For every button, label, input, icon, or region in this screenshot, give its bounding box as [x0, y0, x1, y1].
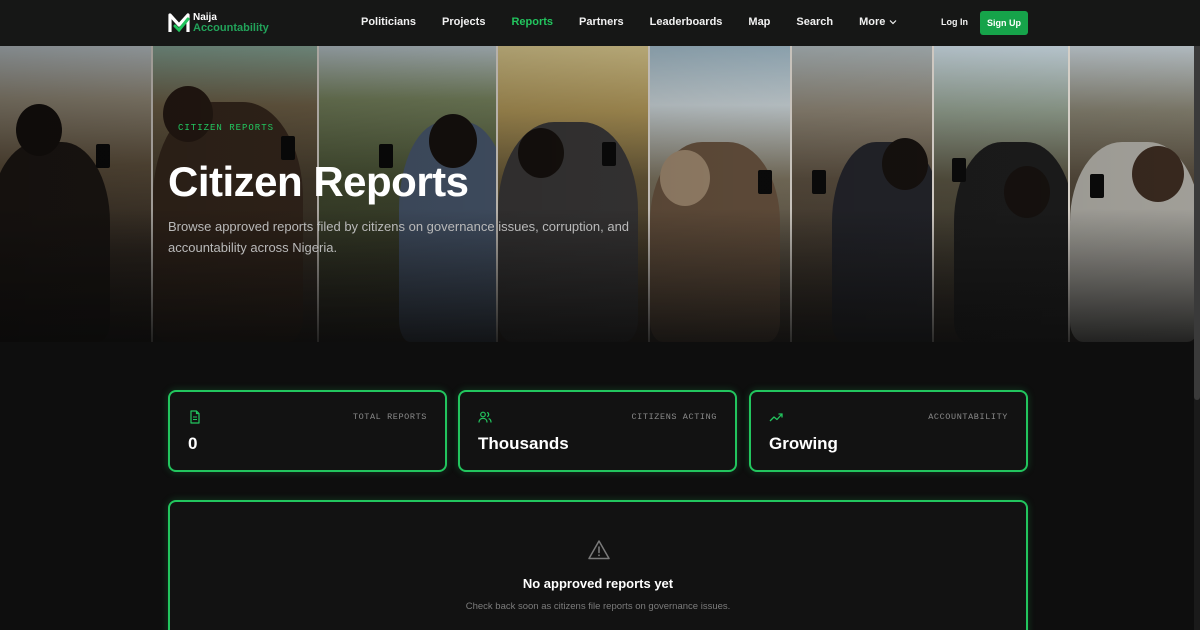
stat-card-total-reports: TOTAL REPORTS 0 [168, 390, 447, 472]
trending-up-icon [769, 413, 783, 422]
brand-logo[interactable]: Naija Accountability [168, 12, 269, 34]
empty-state-title: No approved reports yet [522, 576, 674, 591]
hero-banner: CITIZEN REPORTS Citizen Reports Browse a… [0, 46, 1200, 342]
nav-projects[interactable]: Projects [442, 16, 485, 28]
nav-more-label: More [859, 16, 886, 28]
stats-row: TOTAL REPORTS 0 CITIZENS ACTING Thousand… [168, 390, 1028, 472]
nav-partners[interactable]: Partners [579, 16, 624, 28]
users-icon [478, 411, 492, 423]
stat-value: 0 [188, 434, 198, 453]
brand-name-line2: Accountability [193, 22, 269, 34]
scrollbar-thumb[interactable] [1194, 0, 1200, 400]
main-nav: Politicians Projects Reports Partners Le… [361, 16, 923, 28]
login-link[interactable]: Log In [941, 17, 968, 27]
page-subtitle: Browse approved reports filed by citizen… [168, 219, 630, 255]
stat-label: TOTAL REPORTS [352, 412, 427, 422]
nav-map[interactable]: Map [748, 16, 770, 28]
stat-card-accountability: ACCOUNTABILITY Growing [749, 390, 1028, 472]
reports-empty-state: No approved reports yet Check back soon … [168, 500, 1028, 630]
nav-leaderboards[interactable]: Leaderboards [650, 16, 723, 28]
nav-search[interactable]: Search [796, 16, 833, 28]
nav-reports[interactable]: Reports [511, 16, 553, 28]
logo-mark-icon [168, 13, 190, 33]
stat-label: ACCOUNTABILITY [928, 412, 1008, 422]
warning-icon [588, 540, 610, 560]
stat-label: CITIZENS ACTING [631, 412, 717, 422]
page-scrollbar[interactable] [1194, 0, 1200, 630]
empty-state-subtitle: Check back soon as citizens file reports… [465, 601, 731, 612]
top-navbar: Naija Accountability Politicians Project… [0, 0, 1200, 46]
stat-value: Thousands [478, 434, 569, 453]
stat-card-citizens-acting: CITIZENS ACTING Thousands [458, 390, 737, 472]
nav-more-dropdown[interactable]: More [859, 16, 897, 28]
signup-button[interactable]: Sign Up [980, 11, 1028, 35]
chevron-down-icon [889, 20, 897, 25]
page-title: Citizen Reports [168, 158, 469, 205]
nav-politicians[interactable]: Politicians [361, 16, 416, 28]
stat-value: Growing [769, 434, 838, 453]
hero-eyebrow: CITIZEN REPORTS [178, 123, 275, 133]
document-icon [190, 410, 200, 424]
